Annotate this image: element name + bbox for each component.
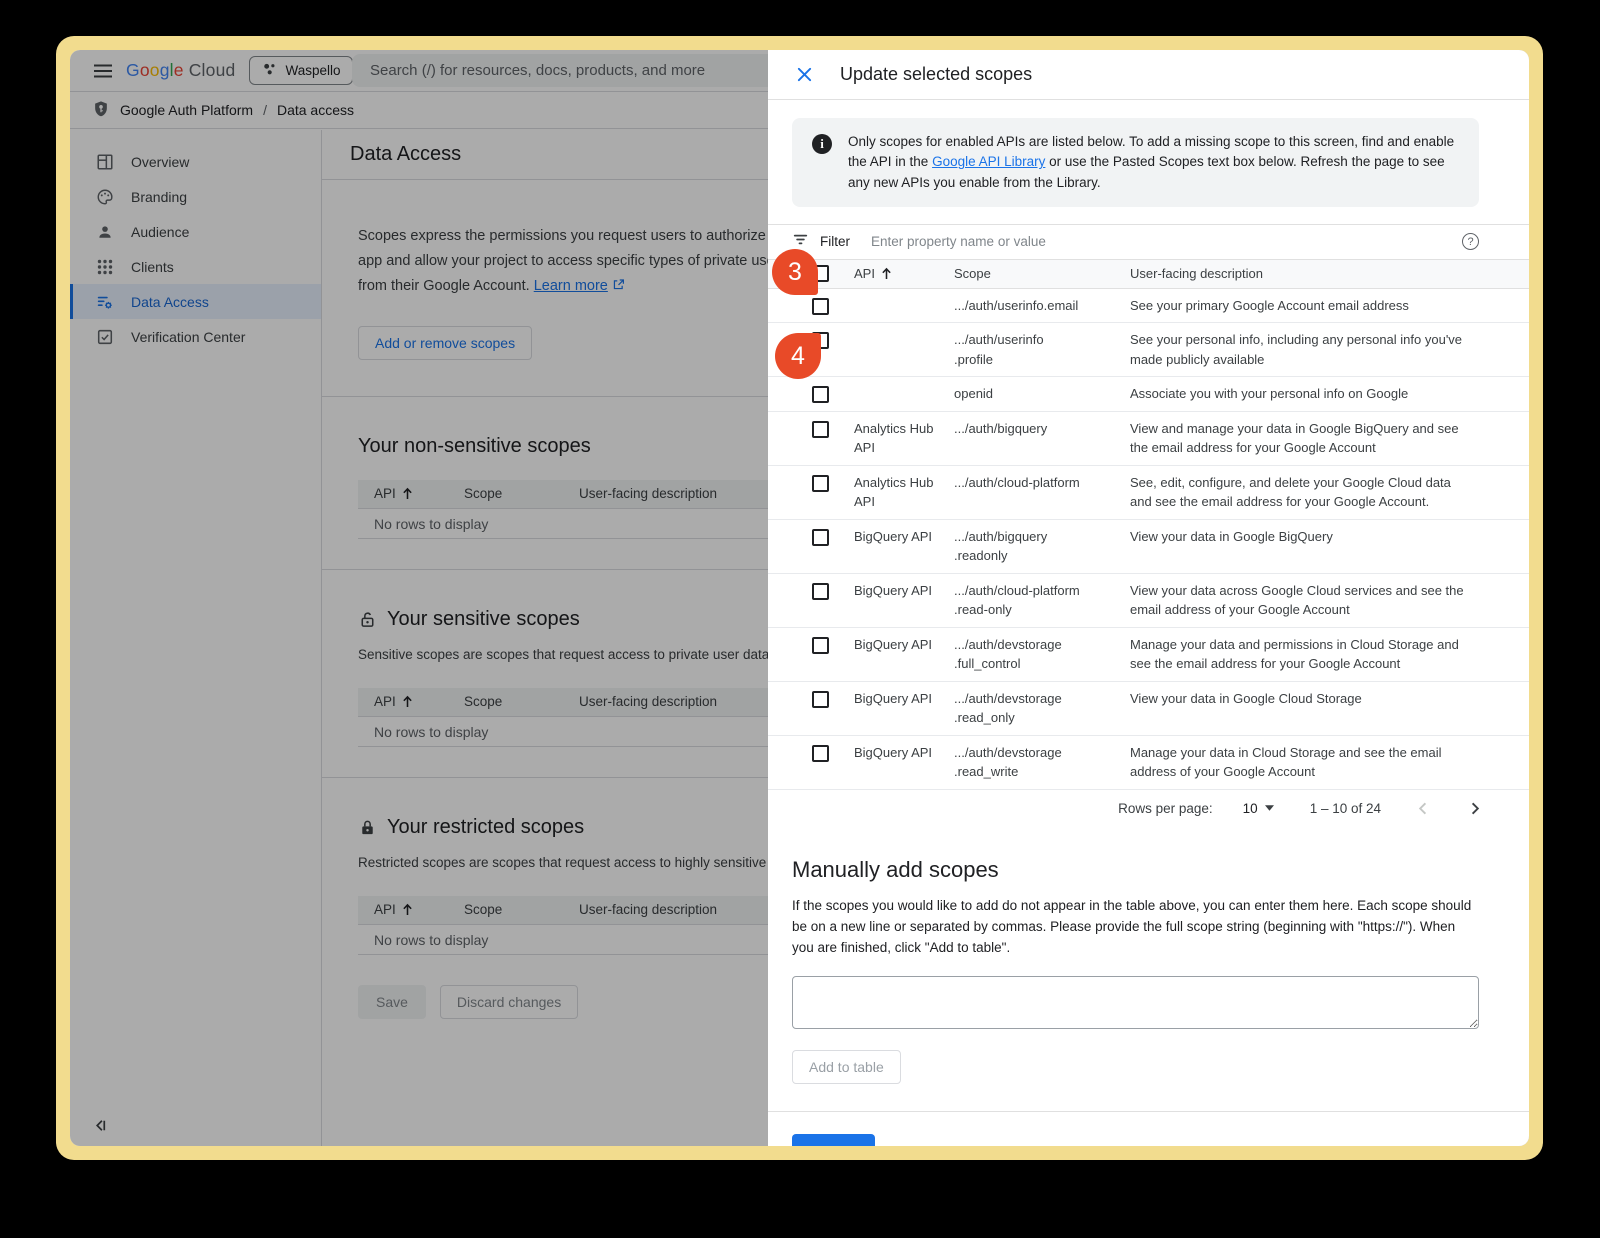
- scope-cell: .../auth/cloud-platform .read-only: [954, 581, 1130, 620]
- rows-per-page-label: Rows per page:: [1118, 801, 1213, 816]
- google-api-library-link[interactable]: Google API Library: [932, 154, 1045, 169]
- row-checkbox[interactable]: [812, 691, 829, 708]
- description-cell: See your personal info, including any pe…: [1130, 330, 1479, 369]
- scope-cell: .../auth/devstorage .read_write: [954, 743, 1130, 782]
- manual-scopes-textarea[interactable]: [792, 976, 1479, 1029]
- scope-cell: .../auth/userinfo .profile: [954, 330, 1130, 369]
- filter-input[interactable]: Enter property name or value: [871, 234, 1451, 249]
- description-cell: See, edit, configure, and delete your Go…: [1130, 473, 1479, 512]
- description-cell: View and manage your data in Google BigQ…: [1130, 419, 1479, 458]
- row-checkbox[interactable]: [812, 637, 829, 654]
- manually-add-scopes-section: Manually add scopes If the scopes you wo…: [792, 857, 1479, 1084]
- api-cell: BigQuery API: [854, 581, 954, 601]
- description-cell: Manage your data in Cloud Storage and se…: [1130, 743, 1479, 782]
- add-to-table-button[interactable]: Add to table: [792, 1050, 901, 1084]
- annotation-badge-4: 4: [775, 333, 821, 379]
- scope-row: BigQuery API .../auth/bigquery .readonly…: [768, 520, 1529, 574]
- api-column-header[interactable]: API: [854, 266, 954, 281]
- scope-cell: .../auth/cloud-platform: [954, 473, 1130, 493]
- scope-row: .../auth/userinfo.email See your primary…: [768, 289, 1529, 324]
- annotation-badge-3: 3: [772, 249, 818, 295]
- scope-cell: .../auth/devstorage .full_control: [954, 635, 1130, 674]
- panel-header: Update selected scopes: [768, 50, 1529, 100]
- update-scopes-panel: Update selected scopes i Only scopes for…: [768, 50, 1529, 1146]
- scope-row: openid Associate you with your personal …: [768, 377, 1529, 412]
- api-cell: Analytics Hub API: [854, 419, 954, 458]
- page-range: 1 – 10 of 24: [1310, 801, 1381, 816]
- scope-row: .../auth/userinfo .profile See your pers…: [768, 323, 1529, 377]
- close-icon[interactable]: [796, 66, 813, 83]
- scope-row: BigQuery API .../auth/devstorage .full_c…: [768, 628, 1529, 682]
- description-cell: Manage your data and permissions in Clou…: [1130, 635, 1479, 674]
- api-cell: BigQuery API: [854, 743, 954, 763]
- divider: [768, 1111, 1529, 1112]
- manual-add-title: Manually add scopes: [792, 857, 1479, 883]
- page-size-select[interactable]: 10: [1243, 801, 1274, 816]
- api-cell: BigQuery API: [854, 635, 954, 655]
- manual-add-description: If the scopes you would like to add do n…: [792, 895, 1479, 959]
- scope-column-header: Scope: [954, 266, 1130, 281]
- chevron-down-icon: [1265, 805, 1274, 811]
- previous-page-icon[interactable]: [1415, 800, 1432, 817]
- pagination: Rows per page: 10 1 – 10 of 24: [768, 790, 1529, 827]
- scope-cell: openid: [954, 384, 1130, 404]
- scopes-table: API Scope User-facing description .../au…: [768, 260, 1529, 790]
- info-icon: i: [812, 134, 832, 154]
- row-checkbox[interactable]: [812, 298, 829, 315]
- scope-row: Analytics Hub API .../auth/bigquery View…: [768, 412, 1529, 466]
- scope-row: Analytics Hub API .../auth/cloud-platfor…: [768, 466, 1529, 520]
- scope-row: BigQuery API .../auth/devstorage .read_o…: [768, 682, 1529, 736]
- scope-cell: .../auth/bigquery .readonly: [954, 527, 1130, 566]
- app-window: Google Cloud Waspello Search (/) for res…: [70, 50, 1529, 1146]
- description-column-header: User-facing description: [1130, 266, 1479, 281]
- api-cell: BigQuery API: [854, 527, 954, 547]
- screenshot-stage: Google Cloud Waspello Search (/) for res…: [0, 0, 1600, 1238]
- scope-row: BigQuery API .../auth/devstorage .read_w…: [768, 736, 1529, 790]
- help-icon[interactable]: ?: [1462, 233, 1479, 250]
- highlight-frame: Google Cloud Waspello Search (/) for res…: [56, 36, 1543, 1160]
- row-checkbox[interactable]: [812, 583, 829, 600]
- api-cell: Analytics Hub API: [854, 473, 954, 512]
- filter-label: Filter: [820, 234, 850, 249]
- scope-cell: .../auth/userinfo.email: [954, 296, 1130, 316]
- scope-row: BigQuery API .../auth/cloud-platform .re…: [768, 574, 1529, 628]
- scope-cell: .../auth/devstorage .read_only: [954, 689, 1130, 728]
- row-checkbox[interactable]: [812, 386, 829, 403]
- description-cell: View your data in Google Cloud Storage: [1130, 689, 1479, 709]
- info-banner: i Only scopes for enabled APIs are liste…: [792, 118, 1479, 207]
- description-cell: See your primary Google Account email ad…: [1130, 296, 1479, 316]
- row-checkbox[interactable]: [812, 421, 829, 438]
- sort-ascending-icon: [881, 267, 892, 280]
- next-page-icon[interactable]: [1466, 800, 1483, 817]
- scope-cell: .../auth/bigquery: [954, 419, 1130, 439]
- panel-title: Update selected scopes: [840, 64, 1032, 85]
- row-checkbox[interactable]: [812, 475, 829, 492]
- filter-bar[interactable]: Filter Enter property name or value ?: [768, 224, 1529, 260]
- description-cell: View your data in Google BigQuery: [1130, 527, 1479, 547]
- description-cell: View your data across Google Cloud servi…: [1130, 581, 1479, 620]
- scopes-table-body: .../auth/userinfo.email See your primary…: [768, 289, 1529, 790]
- update-button[interactable]: Update: [792, 1134, 875, 1146]
- row-checkbox[interactable]: [812, 529, 829, 546]
- scopes-table-header: API Scope User-facing description: [768, 260, 1529, 289]
- row-checkbox[interactable]: [812, 745, 829, 762]
- description-cell: Associate you with your personal info on…: [1130, 384, 1479, 404]
- api-cell: BigQuery API: [854, 689, 954, 709]
